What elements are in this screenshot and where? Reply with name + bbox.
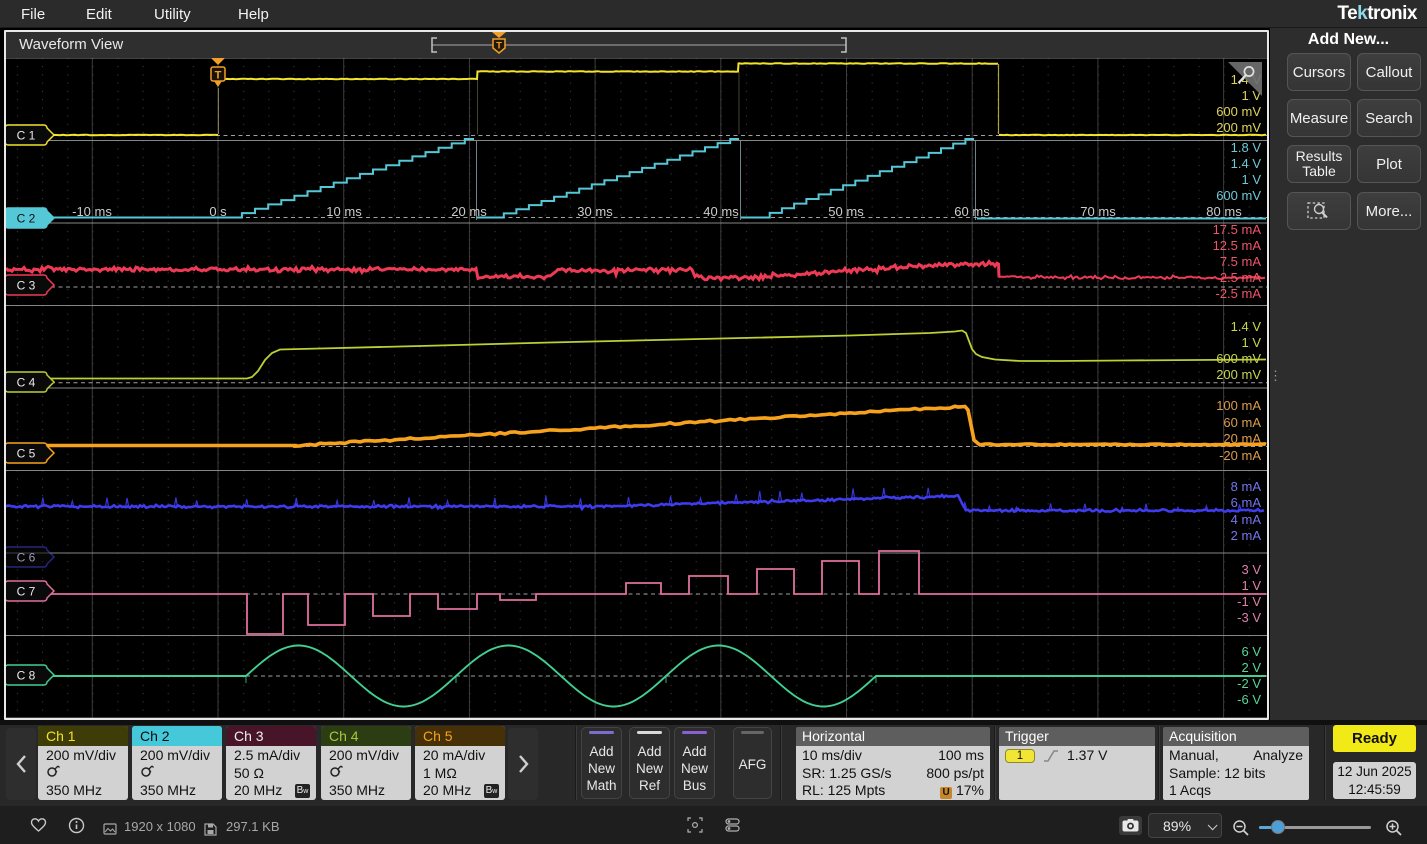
svg-text:600 mV: 600 mV: [1216, 104, 1261, 119]
svg-text:3 V: 3 V: [1241, 562, 1261, 577]
svg-text:6 V: 6 V: [1241, 644, 1261, 659]
svg-text:6 mA: 6 mA: [1231, 495, 1262, 510]
svg-text:1 V: 1 V: [1241, 578, 1261, 593]
svg-text:2 mA: 2 mA: [1231, 528, 1262, 543]
svg-text:200 mV: 200 mV: [1216, 120, 1261, 135]
svg-text:70 ms: 70 ms: [1080, 204, 1116, 219]
svg-text:600 mV: 600 mV: [1216, 188, 1261, 203]
svg-text:100 mA: 100 mA: [1216, 398, 1261, 413]
svg-text:C 4: C 4: [17, 376, 36, 390]
svg-text:80 ms: 80 ms: [1206, 204, 1242, 219]
svg-text:30 ms: 30 ms: [577, 204, 613, 219]
svg-text:-10 ms: -10 ms: [72, 204, 112, 219]
svg-text:50 ms: 50 ms: [828, 204, 864, 219]
svg-text:-2.5 mA: -2.5 mA: [1215, 286, 1261, 301]
svg-text:17.5 mA: 17.5 mA: [1213, 222, 1262, 237]
svg-text:1.8 V: 1.8 V: [1231, 140, 1262, 155]
svg-text:C 5: C 5: [17, 447, 36, 461]
svg-text:1.4 V: 1.4 V: [1231, 319, 1262, 334]
svg-text:T: T: [215, 70, 222, 82]
svg-text:C 2: C 2: [17, 212, 36, 226]
svg-text:12.5 mA: 12.5 mA: [1213, 238, 1262, 253]
svg-text:20 mA: 20 mA: [1223, 431, 1261, 446]
svg-text:T: T: [496, 41, 502, 52]
svg-text:600 mV: 600 mV: [1216, 351, 1261, 366]
svg-text:60 mA: 60 mA: [1223, 415, 1261, 430]
svg-text:7.5 mA: 7.5 mA: [1220, 254, 1262, 269]
svg-text:C 6: C 6: [17, 551, 36, 565]
svg-text:40 ms: 40 ms: [703, 204, 739, 219]
svg-text:-20 mA: -20 mA: [1219, 448, 1261, 463]
svg-text:0 s: 0 s: [209, 204, 227, 219]
svg-text:2.5 mA: 2.5 mA: [1220, 270, 1262, 285]
svg-text:C 1: C 1: [17, 129, 36, 143]
svg-text:C 7: C 7: [17, 585, 36, 599]
svg-text:-3 V: -3 V: [1237, 610, 1261, 625]
svg-text:8 mA: 8 mA: [1231, 479, 1262, 494]
svg-text:-1 V: -1 V: [1237, 594, 1261, 609]
svg-text:1.4 V: 1.4 V: [1231, 156, 1262, 171]
svg-text:10 ms: 10 ms: [326, 204, 362, 219]
svg-text:20 ms: 20 ms: [451, 204, 487, 219]
svg-text:C 3: C 3: [17, 279, 36, 293]
svg-text:1 V: 1 V: [1241, 335, 1261, 350]
svg-text:-2 V: -2 V: [1237, 676, 1261, 691]
svg-text:1 V: 1 V: [1241, 172, 1261, 187]
svg-text:200 mV: 200 mV: [1216, 367, 1261, 382]
svg-text:4 mA: 4 mA: [1231, 512, 1262, 527]
svg-text:-6 V: -6 V: [1237, 692, 1261, 707]
svg-text:C 8: C 8: [17, 669, 36, 683]
svg-text:60 ms: 60 ms: [954, 204, 990, 219]
svg-text:2 V: 2 V: [1241, 660, 1261, 675]
